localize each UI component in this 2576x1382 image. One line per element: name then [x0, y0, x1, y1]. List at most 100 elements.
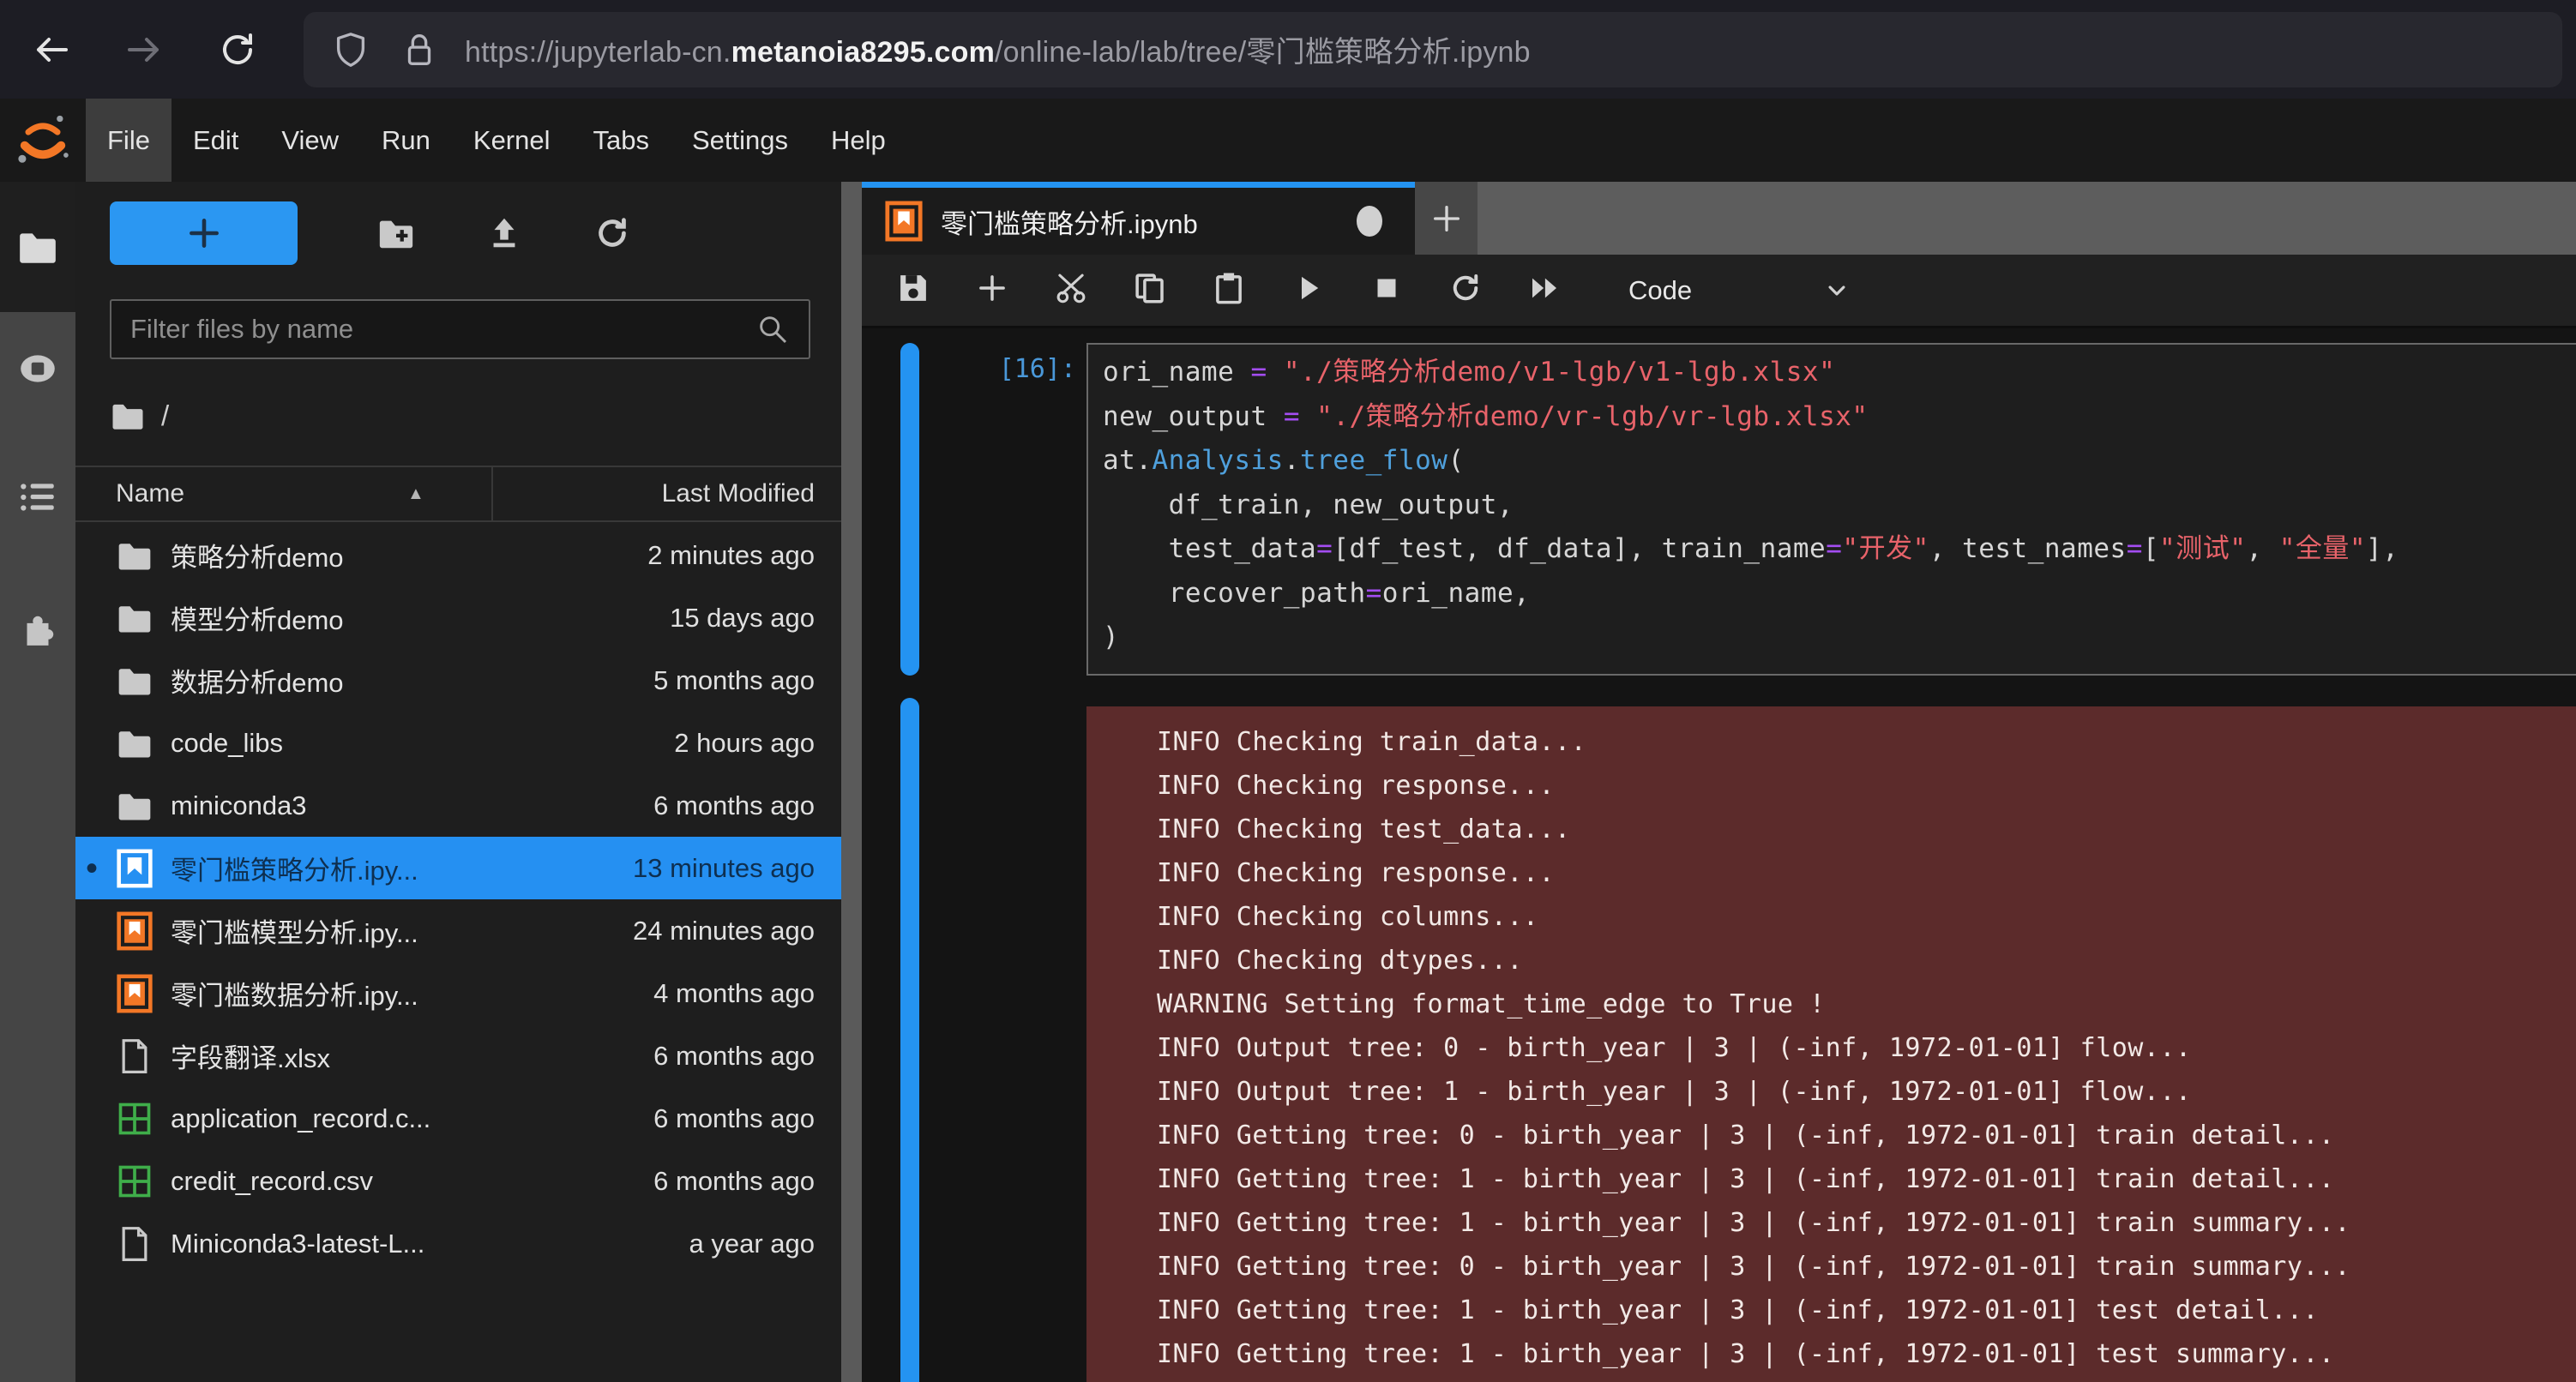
folder-icon	[116, 597, 153, 640]
stop-icon	[1369, 270, 1405, 310]
menu-item-file[interactable]: File	[86, 99, 172, 182]
refresh-icon	[593, 213, 632, 253]
refresh-button[interactable]	[565, 203, 659, 263]
activity-bar	[0, 182, 75, 1382]
url-domain: metanoia8295.com	[731, 36, 995, 69]
lock-icon[interactable]	[400, 30, 439, 69]
code-text: ori_name = "./策略分析demo/v1-lgb/v1-lgb.xls…	[1103, 351, 2576, 660]
paste-button[interactable]	[1201, 263, 1256, 318]
output-collapser[interactable]	[900, 698, 919, 1382]
sidebar-tab-running-kernels[interactable]	[0, 334, 75, 403]
file-row[interactable]: application_record.c...6 months ago	[75, 1087, 841, 1150]
cell-type-dropdown[interactable]: Code	[1628, 275, 1692, 306]
menu-item-edit[interactable]: Edit	[172, 99, 260, 182]
file-row[interactable]: 零门槛模型分析.ipy... 24 minutes ago	[75, 899, 841, 962]
file-name: 零门槛模型分析.ipy...	[171, 911, 418, 950]
file-row[interactable]: 字段翻译.xlsx6 months ago	[75, 1024, 841, 1087]
file-name: 模型分析demo	[171, 598, 344, 637]
folder-icon	[116, 534, 153, 577]
file-browser-panel: Filter files by name / Name ▲ Last Modif…	[75, 182, 841, 1382]
file-row[interactable]: 零门槛数据分析.ipy...4 months ago	[75, 962, 841, 1024]
paste-icon	[1211, 270, 1247, 310]
file-modified-time: 15 days ago	[670, 603, 815, 634]
reload-icon[interactable]	[208, 20, 268, 80]
stop-button[interactable]	[1359, 263, 1414, 318]
notebook-content: [16]: ori_name = "./策略分析demo/v1-lgb/v1-l…	[862, 328, 2576, 1382]
notebook-tab[interactable]: 零门槛策略分析.ipynb	[862, 182, 1415, 255]
browser-toolbar: https://jupyterlab-cn.metanoia8295.com/o…	[0, 0, 2576, 99]
search-icon	[755, 312, 790, 346]
menu-items: FileEditViewRunKernelTabsSettingsHelp	[86, 99, 907, 182]
file-name: 策略分析demo	[171, 536, 344, 574]
save-icon	[895, 270, 931, 310]
run-button[interactable]	[1280, 263, 1335, 318]
forward-icon[interactable]	[115, 20, 175, 80]
restart-button[interactable]	[1438, 263, 1493, 318]
file-name: Miniconda3-latest-L...	[171, 1229, 424, 1259]
copy-button[interactable]	[1122, 263, 1177, 318]
notebook-icon	[116, 847, 153, 890]
chevron-down-icon[interactable]	[1821, 274, 1853, 307]
filter-files-input[interactable]: Filter files by name	[110, 299, 810, 359]
new-launcher-button[interactable]	[110, 201, 298, 265]
breadcrumb-root: /	[161, 400, 169, 432]
folder-icon	[116, 722, 153, 765]
file-row[interactable]: 数据分析demo 5 months ago	[75, 649, 841, 712]
menu-item-view[interactable]: View	[260, 99, 360, 182]
file-modified-time: 6 months ago	[653, 790, 815, 821]
menu-item-settings[interactable]: Settings	[671, 99, 810, 182]
file-modified-time: 24 minutes ago	[633, 916, 815, 946]
sidebar-resizer-handle[interactable]	[841, 182, 862, 1382]
menu-item-tabs[interactable]: Tabs	[572, 99, 671, 182]
file-row[interactable]: miniconda3 6 months ago	[75, 774, 841, 837]
file-row[interactable]: 策略分析demo2 minutes ago	[75, 524, 841, 586]
url-text[interactable]: https://jupyterlab-cn.metanoia8295.com/o…	[465, 28, 1531, 70]
unsaved-changes-dot-icon[interactable]	[1357, 206, 1382, 237]
url-path: /online-lab/lab/tree/零门槛策略分析.ipynb	[995, 36, 1531, 69]
filter-placeholder: Filter files by name	[130, 314, 755, 345]
column-header-name[interactable]: Name	[116, 479, 184, 508]
file-modified-time: 5 months ago	[653, 665, 815, 696]
sidebar-tab-table-of-contents[interactable]	[0, 463, 75, 532]
input-collapser[interactable]	[900, 343, 919, 676]
file-modified-time: 13 minutes ago	[633, 853, 815, 884]
save-button[interactable]	[886, 263, 941, 318]
sidebar-tab-extensions[interactable]	[0, 592, 75, 660]
shield-icon[interactable]	[331, 30, 370, 69]
file-row[interactable]: Miniconda3-latest-L...a year ago	[75, 1212, 841, 1275]
breadcrumb[interactable]: /	[110, 392, 169, 440]
sidebar-tab-file-browser[interactable]	[0, 182, 75, 312]
folder-icon	[116, 784, 153, 827]
notebook-tab-title: 零门槛策略分析.ipynb	[941, 202, 1198, 241]
back-icon[interactable]	[21, 20, 81, 80]
sort-ascending-icon[interactable]: ▲	[407, 484, 424, 504]
menu-item-help[interactable]: Help	[810, 99, 907, 182]
column-header-last-modified[interactable]: Last Modified	[662, 479, 815, 508]
new-tab-button[interactable]	[1415, 182, 1478, 255]
file-name: 数据分析demo	[171, 661, 344, 700]
code-cell-editor[interactable]: ori_name = "./策略分析demo/v1-lgb/v1-lgb.xls…	[1086, 343, 2576, 676]
file-modified-time: 2 hours ago	[674, 728, 815, 759]
file-row[interactable]: •零门槛策略分析.ipy...13 minutes ago	[75, 837, 841, 899]
file-name: 零门槛数据分析.ipy...	[171, 974, 418, 1012]
url-prefix: https://jupyterlab-cn.	[465, 36, 731, 69]
new-folder-button[interactable]	[349, 203, 443, 263]
add-cell-button[interactable]	[965, 263, 1020, 318]
folder-icon	[116, 659, 153, 702]
home-folder-icon	[110, 398, 146, 434]
run-all-button[interactable]	[1517, 263, 1572, 318]
file-name: miniconda3	[171, 790, 307, 821]
execution-count: [16]:	[965, 354, 1076, 384]
extensions-icon	[16, 604, 59, 647]
address-bar[interactable]: https://jupyterlab-cn.metanoia8295.com/o…	[304, 12, 2562, 87]
file-row[interactable]: code_libs2 hours ago	[75, 712, 841, 774]
cut-button[interactable]	[1044, 263, 1098, 318]
notebook-icon	[116, 910, 153, 952]
menu-item-run[interactable]: Run	[360, 99, 452, 182]
menu-item-kernel[interactable]: Kernel	[452, 99, 572, 182]
new-launcher-plus-icon	[185, 214, 223, 252]
upload-button[interactable]	[457, 203, 551, 263]
file-name: 零门槛策略分析.ipy...	[171, 849, 418, 887]
file-row[interactable]: 模型分析demo 15 days ago	[75, 586, 841, 649]
file-row[interactable]: credit_record.csv6 months ago	[75, 1150, 841, 1212]
